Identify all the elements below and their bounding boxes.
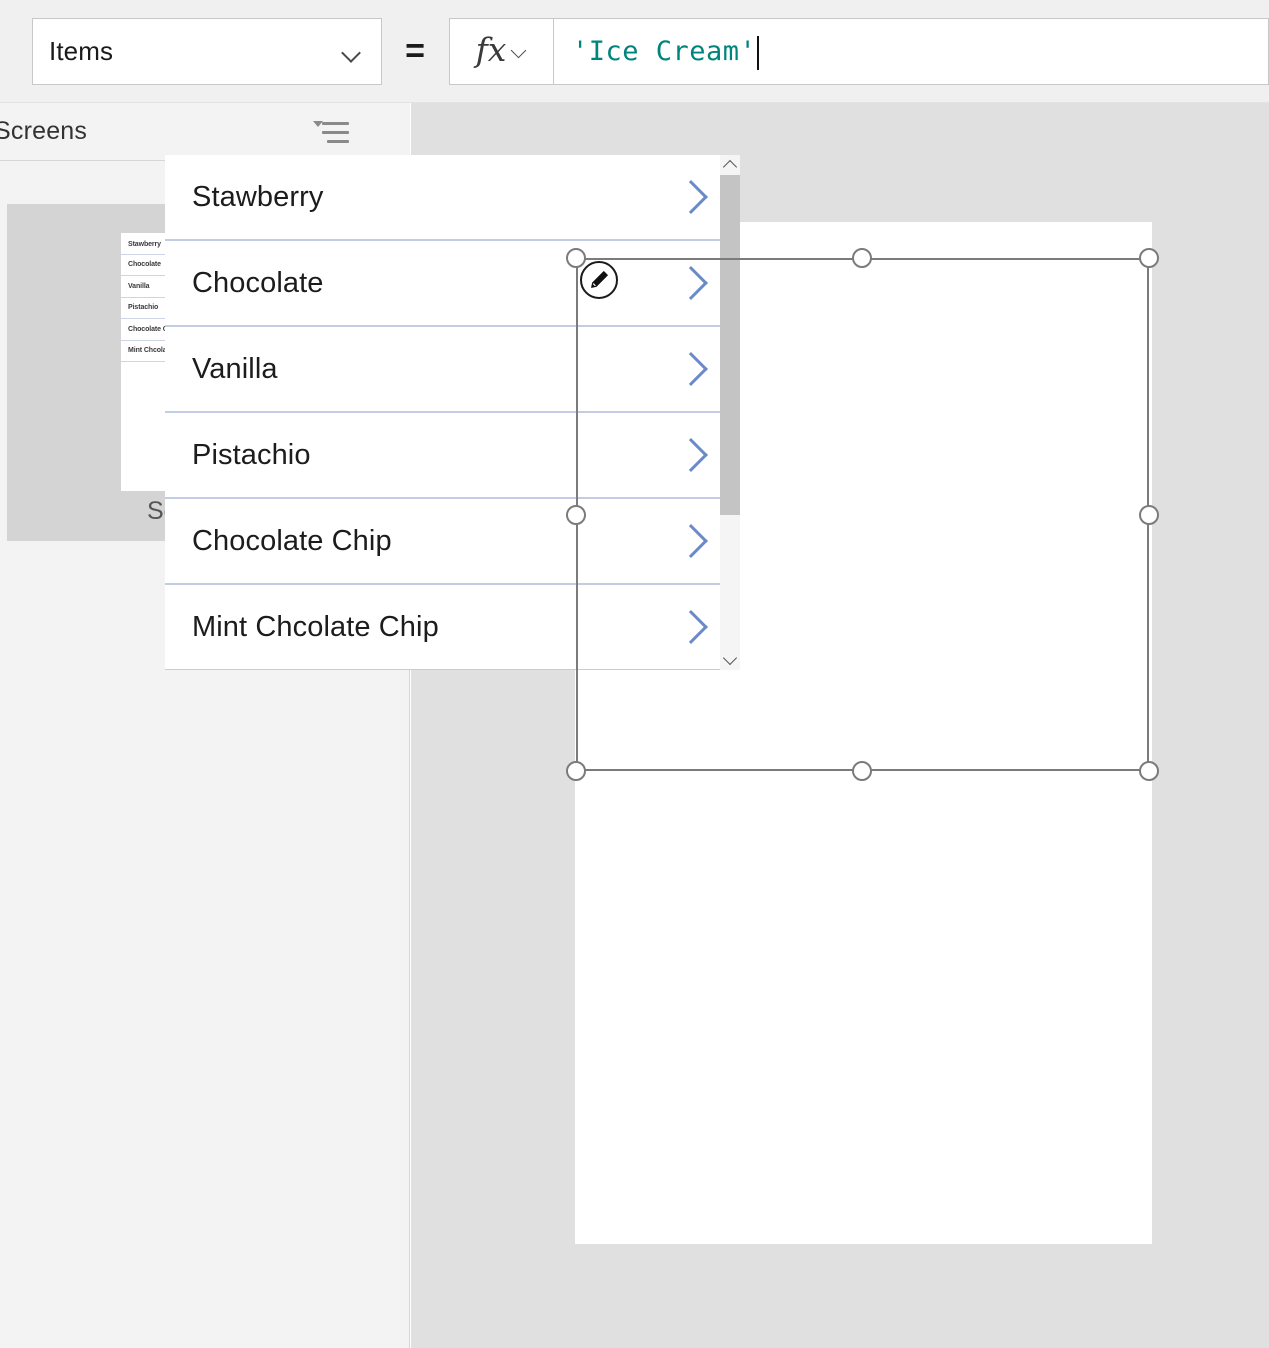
chevron-right-icon[interactable]	[674, 438, 708, 472]
chevron-right-icon[interactable]	[674, 524, 708, 558]
resize-handle-top-left[interactable]	[566, 248, 586, 268]
power-apps-studio: Items = fx 'Ice Cream' Screens Stawberry…	[0, 0, 1269, 1348]
pencil-icon[interactable]	[580, 261, 618, 299]
resize-handle-middle-left[interactable]	[566, 505, 586, 525]
gallery-control[interactable]: Stawberry Chocolate Vanilla Pistachio Ch…	[165, 155, 740, 670]
chevron-down-icon	[342, 46, 361, 57]
gallery-scrollbar[interactable]	[720, 155, 740, 670]
gallery-item[interactable]: Pistachio	[165, 413, 740, 499]
chevron-right-icon[interactable]	[674, 180, 708, 214]
gallery-item[interactable]: Stawberry	[165, 155, 740, 241]
resize-handle-middle-right[interactable]	[1139, 505, 1159, 525]
gallery-item[interactable]: Vanilla	[165, 327, 740, 413]
fx-dropdown-button[interactable]: fx	[449, 18, 554, 85]
resize-handle-bottom-center[interactable]	[852, 761, 872, 781]
gallery-item[interactable]: Chocolate	[165, 241, 740, 327]
property-dropdown[interactable]: Items	[32, 18, 382, 85]
resize-handle-bottom-right[interactable]	[1139, 761, 1159, 781]
chevron-right-icon[interactable]	[674, 266, 708, 300]
gallery-item-label: Vanilla	[192, 352, 278, 385]
chevron-down-icon	[512, 47, 527, 56]
text-caret	[757, 35, 760, 70]
gallery-item[interactable]: Chocolate Chip	[165, 499, 740, 585]
thumbnail-item-label: Stawberry	[128, 240, 161, 248]
gallery-item-label: Chocolate	[192, 266, 324, 299]
gallery-scrollbar-thumb[interactable]	[720, 175, 740, 515]
sidebar-title: Screens	[0, 117, 88, 145]
chevron-right-icon[interactable]	[674, 352, 708, 386]
resize-handle-top-right[interactable]	[1139, 248, 1159, 268]
screens-sidebar-header: Screens	[0, 103, 410, 161]
gallery-item[interactable]: Mint Chcolate Chip	[165, 585, 740, 670]
equals-sign: =	[405, 32, 425, 70]
fx-icon: fx	[475, 30, 507, 69]
caret-up-icon[interactable]	[720, 155, 740, 175]
caret-down-icon[interactable]	[720, 650, 740, 670]
thumbnail-item-label: Vanilla	[128, 282, 150, 290]
gallery-item-label: Mint Chcolate Chip	[192, 610, 439, 643]
formula-text: 'Ice Cream'	[572, 36, 757, 67]
resize-handle-top-center[interactable]	[852, 248, 872, 268]
formula-bar: Items = fx 'Ice Cream'	[0, 0, 1269, 103]
resize-handle-bottom-left[interactable]	[566, 761, 586, 781]
tree-view-icon[interactable]	[313, 120, 349, 146]
gallery-item-label: Chocolate Chip	[192, 524, 392, 557]
thumbnail-item-label: Pistachio	[128, 304, 159, 312]
gallery-item-label: Pistachio	[192, 438, 311, 471]
chevron-right-icon[interactable]	[674, 610, 708, 644]
gallery-item-label: Stawberry	[192, 180, 324, 213]
thumbnail-item-label: Chocolate	[128, 261, 161, 269]
formula-input[interactable]: 'Ice Cream'	[554, 18, 1269, 85]
property-dropdown-label: Items	[49, 36, 114, 66]
